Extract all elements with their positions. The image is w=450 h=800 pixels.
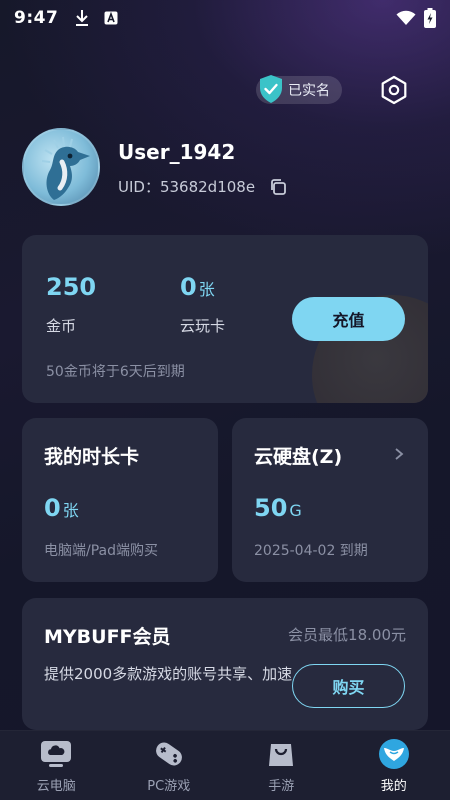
- bottom-tab-bar: 云电脑 PC游戏 手游 我的: [0, 730, 450, 800]
- settings-hexagon-icon: [378, 75, 410, 110]
- cloud-card-unit: 张: [198, 280, 215, 299]
- time-card-unit: 张: [62, 501, 79, 520]
- uid-value: 53682d108e: [159, 177, 256, 196]
- cloud-disk-title: 云硬盘(Z): [254, 446, 343, 468]
- avatar[interactable]: [22, 128, 100, 206]
- coin-expiry-note: 50金币将于6天后到期: [46, 364, 185, 380]
- chevron-right-icon: [392, 446, 406, 460]
- verified-label: 已实名: [288, 83, 330, 99]
- time-card[interactable]: 我的时长卡 0张 电脑端/Pad端购买: [22, 418, 218, 582]
- cloud-disk-card[interactable]: 云硬盘(Z) 50 G 2025-04-02 到期: [232, 418, 428, 582]
- shield-check-icon: [258, 74, 284, 108]
- vip-price-note: 会员最低18.00元: [288, 626, 406, 644]
- cloud-disk-size: 50 G: [254, 494, 302, 522]
- uid-label: UID：: [118, 178, 160, 196]
- battery-charging-icon: [424, 8, 436, 28]
- cloud-card-count: 0张: [180, 273, 215, 301]
- coins-value: 250: [46, 273, 97, 301]
- username: User_1942: [118, 140, 236, 164]
- tab-label: 我的: [380, 779, 407, 794]
- a-badge-icon: [104, 11, 118, 25]
- tab-mine[interactable]: 我的: [338, 731, 450, 800]
- cloud-disk-value: 50: [254, 494, 288, 522]
- cloud-disk-expiry: 2025-04-02 到期: [254, 543, 368, 559]
- time-card-title: 我的时长卡: [44, 446, 140, 468]
- vip-card: MYBUFF会员 会员最低18.00元 提供2000多款游戏的账号共享、加速 购…: [22, 598, 428, 730]
- vip-description: 提供2000多款游戏的账号共享、加速: [44, 665, 293, 683]
- tab-label: 手游: [268, 779, 295, 794]
- verified-badge[interactable]: 已实名: [256, 75, 342, 104]
- tab-cloud-pc[interactable]: 云电脑: [0, 731, 113, 800]
- tab-mobile-games[interactable]: 手游: [225, 731, 338, 800]
- cloud-pc-icon: [40, 739, 72, 769]
- gamepad-icon: [153, 739, 185, 769]
- settings-button[interactable]: [378, 74, 410, 106]
- buy-button[interactable]: 购买: [292, 664, 405, 708]
- recharge-button[interactable]: 充值: [292, 297, 405, 341]
- coins-label: 金币: [46, 317, 77, 335]
- profile-logo-icon: [378, 739, 410, 769]
- shopping-bag-icon: [265, 739, 297, 769]
- status-bar: 9:47: [0, 0, 450, 36]
- tab-label: 云电脑: [36, 779, 76, 794]
- cloud-card-value: 0: [180, 273, 197, 301]
- cloud-disk-unit: G: [289, 501, 302, 520]
- copy-icon[interactable]: [269, 178, 287, 196]
- time-card-count: 0张: [44, 494, 79, 522]
- time-card-value: 0: [44, 494, 61, 522]
- cloud-card-label: 云玩卡: [180, 317, 226, 335]
- status-time: 9:47: [14, 8, 59, 28]
- tab-pc-games[interactable]: PC游戏: [113, 731, 226, 800]
- profile-section: User_1942 UID： 53682d108e: [22, 128, 422, 208]
- wifi-icon: [396, 10, 416, 26]
- download-icon: [74, 9, 90, 27]
- header: 已实名: [0, 74, 450, 108]
- time-card-subtitle: 电脑端/Pad端购买: [44, 543, 158, 559]
- uid-row: UID： 53682d108e: [118, 176, 287, 197]
- vip-title: MYBUFF会员: [44, 626, 171, 648]
- wallet-card: 250 金币 0张 云玩卡 充值 50金币将于6天后到期: [22, 235, 428, 403]
- tab-label: PC游戏: [147, 779, 191, 794]
